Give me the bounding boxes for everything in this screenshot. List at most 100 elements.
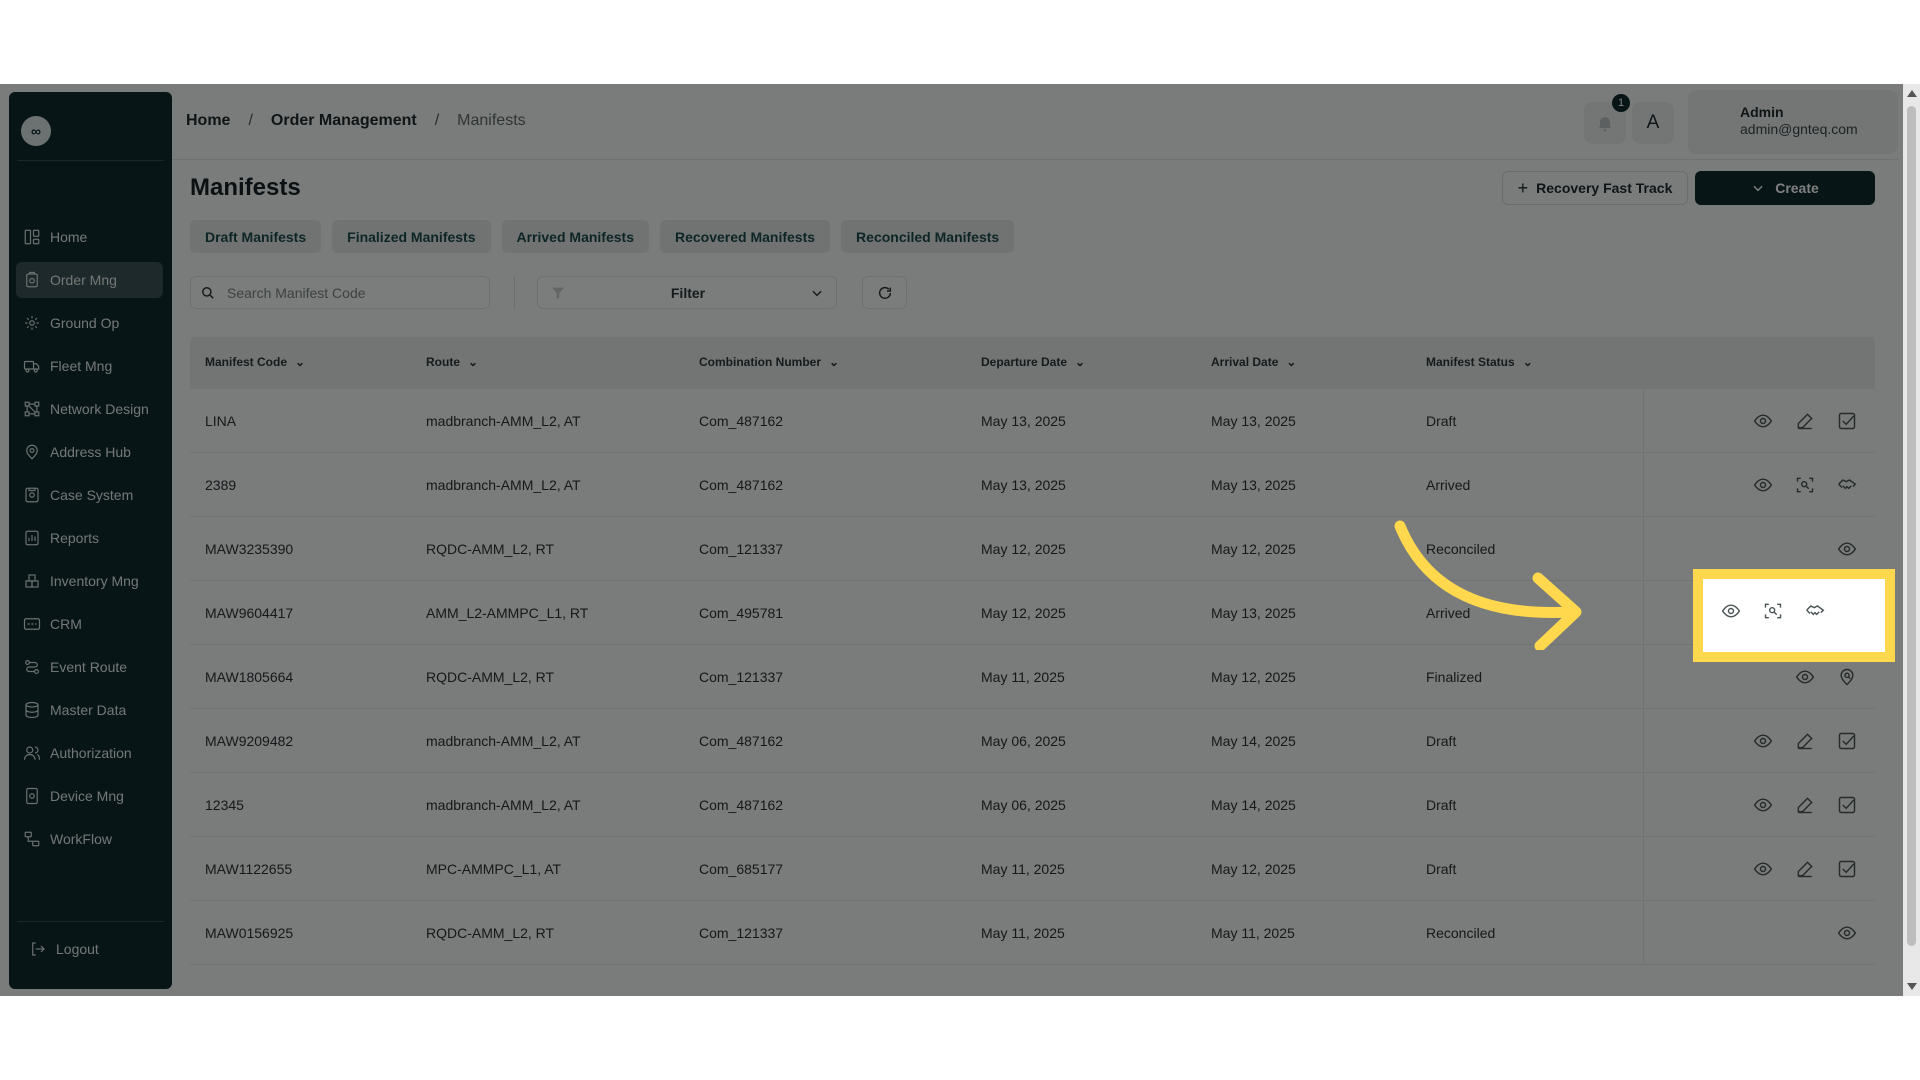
- tab-recovered-manifests[interactable]: Recovered Manifests: [659, 220, 831, 253]
- sidebar-item-home[interactable]: Home: [16, 219, 163, 255]
- cell-route: madbranch-AMM_L2, AT: [426, 797, 581, 813]
- table-row: 12345 madbranch-AMM_L2, AT Com_487162 May 0…: [190, 773, 1875, 837]
- cell-arrival: May 11, 2025: [1211, 925, 1295, 941]
- table-row: MAW9604417 AMM_L2-AMMPC_L1, RT Com_495781 M…: [190, 581, 1875, 645]
- toolbar-divider: [514, 276, 515, 309]
- sidebar-item-crm[interactable]: CRM: [16, 606, 163, 642]
- logo[interactable]: ∞: [21, 116, 51, 146]
- scan-icon[interactable]: [1759, 597, 1787, 625]
- checkbox-icon[interactable]: [1833, 791, 1861, 819]
- checkbox-icon[interactable]: [1833, 727, 1861, 755]
- tab-reconciled-manifests[interactable]: Reconciled Manifests: [841, 220, 1015, 253]
- chevron-down-icon: ⌄: [468, 355, 479, 369]
- sidebar-item-label: Ground Op: [50, 315, 120, 331]
- refresh-button[interactable]: [862, 276, 907, 309]
- sidebar-item-case-system[interactable]: Case System: [16, 477, 163, 513]
- scroll-down-arrow[interactable]: [1907, 983, 1917, 990]
- filter-dropdown[interactable]: Filter: [537, 276, 837, 309]
- user-menu[interactable]: Admin admin@gnteq.com: [1688, 90, 1898, 154]
- column-header-manifest-code[interactable]: Manifest Code ⌄: [205, 355, 305, 369]
- pencil-icon[interactable]: [1791, 855, 1819, 883]
- breadcrumb-home[interactable]: Home: [186, 112, 230, 130]
- eye-icon[interactable]: [1791, 663, 1819, 691]
- eye-icon[interactable]: [1749, 855, 1777, 883]
- sidebar-item-event-route[interactable]: Event Route: [16, 649, 163, 685]
- eye-icon[interactable]: [1717, 597, 1745, 625]
- tab-draft-manifests[interactable]: Draft Manifests: [190, 220, 322, 253]
- chevron-down-icon: ⌄: [295, 355, 306, 369]
- breadcrumb-order-management[interactable]: Order Management: [271, 112, 417, 130]
- row-actions: [1643, 773, 1875, 836]
- page-title: Manifests: [190, 174, 301, 201]
- eye-icon[interactable]: [1749, 727, 1777, 755]
- search-box: [190, 276, 490, 309]
- eye-icon[interactable]: [1749, 407, 1777, 435]
- scroll-thumb[interactable]: [1907, 106, 1916, 946]
- sidebar-item-ground-op[interactable]: Ground Op: [16, 305, 163, 341]
- sidebar-item-reports[interactable]: Reports: [16, 520, 163, 556]
- row-actions: [1643, 901, 1875, 964]
- column-header-label: Departure Date: [981, 355, 1068, 369]
- checkbox-icon[interactable]: [1833, 855, 1861, 883]
- cell-combo: Com_121337: [699, 669, 784, 685]
- sidebar-item-label: Master Data: [50, 702, 127, 718]
- column-header-combination-number[interactable]: Combination Number ⌄: [699, 355, 839, 369]
- tab-arrived-manifests[interactable]: Arrived Manifests: [501, 220, 649, 253]
- table-row: LINA madbranch-AMM_L2, AT Com_487162 May 13…: [190, 389, 1875, 453]
- notification-badge: 1: [1612, 94, 1630, 112]
- filter-icon: [552, 287, 564, 299]
- sidebar-item-fleet-mng[interactable]: Fleet Mng: [16, 348, 163, 384]
- search-input[interactable]: [227, 284, 467, 301]
- logout-button[interactable]: Logout: [28, 939, 99, 959]
- column-header-manifest-status[interactable]: Manifest Status ⌄: [1426, 355, 1533, 369]
- eye-icon[interactable]: [1749, 471, 1777, 499]
- scrollbar[interactable]: [1903, 84, 1920, 996]
- table-row: 2389 madbranch-AMM_L2, AT Com_487162 May 13…: [190, 453, 1875, 517]
- language-button[interactable]: A: [1632, 102, 1674, 144]
- create-button[interactable]: Create: [1695, 171, 1875, 205]
- tab-finalized-manifests[interactable]: Finalized Manifests: [332, 220, 491, 253]
- search-icon: [202, 286, 214, 299]
- eye-icon[interactable]: [1749, 791, 1777, 819]
- sidebar-item-master-data[interactable]: Master Data: [16, 692, 163, 728]
- sidebar-item-device-mng[interactable]: Device Mng: [16, 778, 163, 814]
- cell-code: LINA: [205, 413, 237, 429]
- column-header-label: Combination Number: [699, 355, 821, 369]
- cell-code: MAW1805664: [205, 669, 294, 685]
- location-search-icon[interactable]: [1833, 663, 1861, 691]
- sidebar-item-order-mng[interactable]: Order Mng: [16, 262, 163, 298]
- checkbox-icon[interactable]: [1833, 407, 1861, 435]
- cell-combo: Com_487162: [699, 797, 784, 813]
- scan-icon[interactable]: [1791, 471, 1819, 499]
- cell-arrival: May 13, 2025: [1211, 477, 1296, 493]
- column-header-label: Route: [426, 355, 460, 369]
- pencil-icon[interactable]: [1791, 791, 1819, 819]
- map-pin-gear-icon: [22, 442, 42, 462]
- row-actions: [1643, 389, 1875, 452]
- highlighted-actions: [1693, 569, 1895, 662]
- handshake-icon[interactable]: [1801, 597, 1829, 625]
- eye-icon[interactable]: [1833, 919, 1861, 947]
- sidebar-item-address-hub[interactable]: Address Hub: [16, 434, 163, 470]
- handshake-icon[interactable]: [1833, 471, 1861, 499]
- column-header-arrival-date[interactable]: Arrival Date ⌄: [1211, 355, 1296, 369]
- cell-departure: May 06, 2025: [981, 797, 1066, 813]
- pencil-icon[interactable]: [1791, 727, 1819, 755]
- column-header-departure-date[interactable]: Departure Date ⌄: [981, 355, 1085, 369]
- manifests-table: Manifest Code ⌄ Route ⌄ Combination Number…: [190, 337, 1875, 965]
- recovery-fast-track-button[interactable]: + Recovery Fast Track: [1502, 171, 1688, 205]
- sidebar-item-authorization[interactable]: Authorization: [16, 735, 163, 771]
- sidebar-item-network-design[interactable]: Network Design: [16, 391, 163, 427]
- notifications-button[interactable]: 1: [1584, 94, 1630, 144]
- pencil-icon[interactable]: [1791, 407, 1819, 435]
- cell-arrival: May 12, 2025: [1211, 861, 1296, 877]
- column-header-route[interactable]: Route ⌄: [426, 355, 478, 369]
- scroll-up-arrow[interactable]: [1907, 90, 1917, 97]
- table-body: LINA madbranch-AMM_L2, AT Com_487162 May 13…: [190, 389, 1875, 965]
- sidebar-item-inventory-mng[interactable]: Inventory Mng: [16, 563, 163, 599]
- refresh-icon: [878, 286, 891, 299]
- sidebar-item-workflow[interactable]: WorkFlow: [16, 821, 163, 857]
- device-gear-icon: [22, 786, 42, 806]
- cell-departure: May 11, 2025: [981, 925, 1065, 941]
- eye-icon[interactable]: [1833, 535, 1861, 563]
